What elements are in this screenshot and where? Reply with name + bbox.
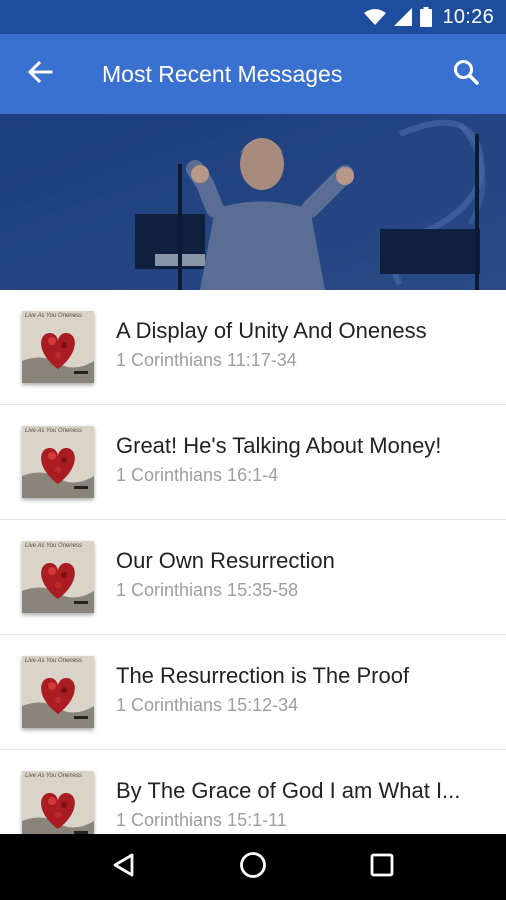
hero-image bbox=[0, 114, 506, 290]
preacher-illustration bbox=[0, 114, 506, 290]
sermon-thumbnail: Live As You Oneness bbox=[22, 656, 94, 728]
thumb-title: Live As You Oneness bbox=[25, 428, 83, 434]
nav-recents-button[interactable] bbox=[352, 837, 412, 897]
message-reference: 1 Corinthians 15:35-58 bbox=[116, 579, 299, 600]
list-item[interactable]: Live As You Oneness A Display of Unity A… bbox=[0, 290, 506, 405]
message-title: A Display of Unity And Oneness bbox=[116, 317, 427, 343]
arrow-back-icon bbox=[27, 59, 53, 90]
back-button[interactable] bbox=[0, 34, 80, 114]
battery-icon bbox=[420, 7, 433, 27]
thumb-title: Live As You Oneness bbox=[25, 773, 83, 779]
list-item[interactable]: Live As You Oneness Our Own Resurrection… bbox=[0, 520, 506, 635]
app-bar: Most Recent Messages bbox=[0, 34, 506, 114]
nav-home-icon bbox=[239, 851, 267, 884]
list-item[interactable]: Live As You Oneness Great! He's Talking … bbox=[0, 405, 506, 520]
sermon-thumbnail: Live As You Oneness bbox=[22, 771, 94, 834]
system-nav-bar bbox=[0, 834, 506, 900]
nav-back-button[interactable] bbox=[94, 837, 154, 897]
clock: 10:26 bbox=[442, 5, 494, 28]
search-icon bbox=[453, 59, 479, 90]
signal-icon bbox=[394, 8, 413, 26]
thumb-title: Live As You Oneness bbox=[25, 658, 83, 664]
message-list: Live As You Oneness A Display of Unity A… bbox=[0, 290, 506, 834]
sermon-thumbnail: Live As You Oneness bbox=[22, 541, 94, 613]
message-title: Our Own Resurrection bbox=[116, 547, 335, 573]
page-title: Most Recent Messages bbox=[102, 60, 343, 87]
nav-recents-icon bbox=[370, 853, 394, 882]
message-reference: 1 Corinthians 15:1-11 bbox=[116, 809, 287, 830]
message-title: The Resurrection is The Proof bbox=[116, 662, 410, 688]
sermon-thumbnail: Live As You Oneness bbox=[22, 311, 94, 383]
message-title: Great! He's Talking About Money! bbox=[116, 432, 442, 458]
message-reference: 1 Corinthians 15:12-34 bbox=[116, 694, 299, 715]
nav-back-icon bbox=[111, 852, 137, 883]
search-button[interactable] bbox=[426, 34, 506, 114]
nav-home-button[interactable] bbox=[223, 837, 283, 897]
wifi-icon bbox=[364, 8, 387, 26]
status-bar: 10:26 bbox=[0, 0, 506, 34]
thumb-title: Live As You Oneness bbox=[25, 313, 83, 319]
list-item[interactable]: Live As You Oneness By The Grace of God … bbox=[0, 750, 506, 834]
message-title: By The Grace of God I am What I... bbox=[116, 777, 461, 803]
list-item[interactable]: Live As You Oneness The Resurrection is … bbox=[0, 635, 506, 750]
message-reference: 1 Corinthians 16:1-4 bbox=[116, 464, 279, 485]
sermon-thumbnail: Live As You Oneness bbox=[22, 426, 94, 498]
message-reference: 1 Corinthians 11:17-34 bbox=[116, 349, 297, 370]
thumb-title: Live As You Oneness bbox=[25, 543, 83, 549]
